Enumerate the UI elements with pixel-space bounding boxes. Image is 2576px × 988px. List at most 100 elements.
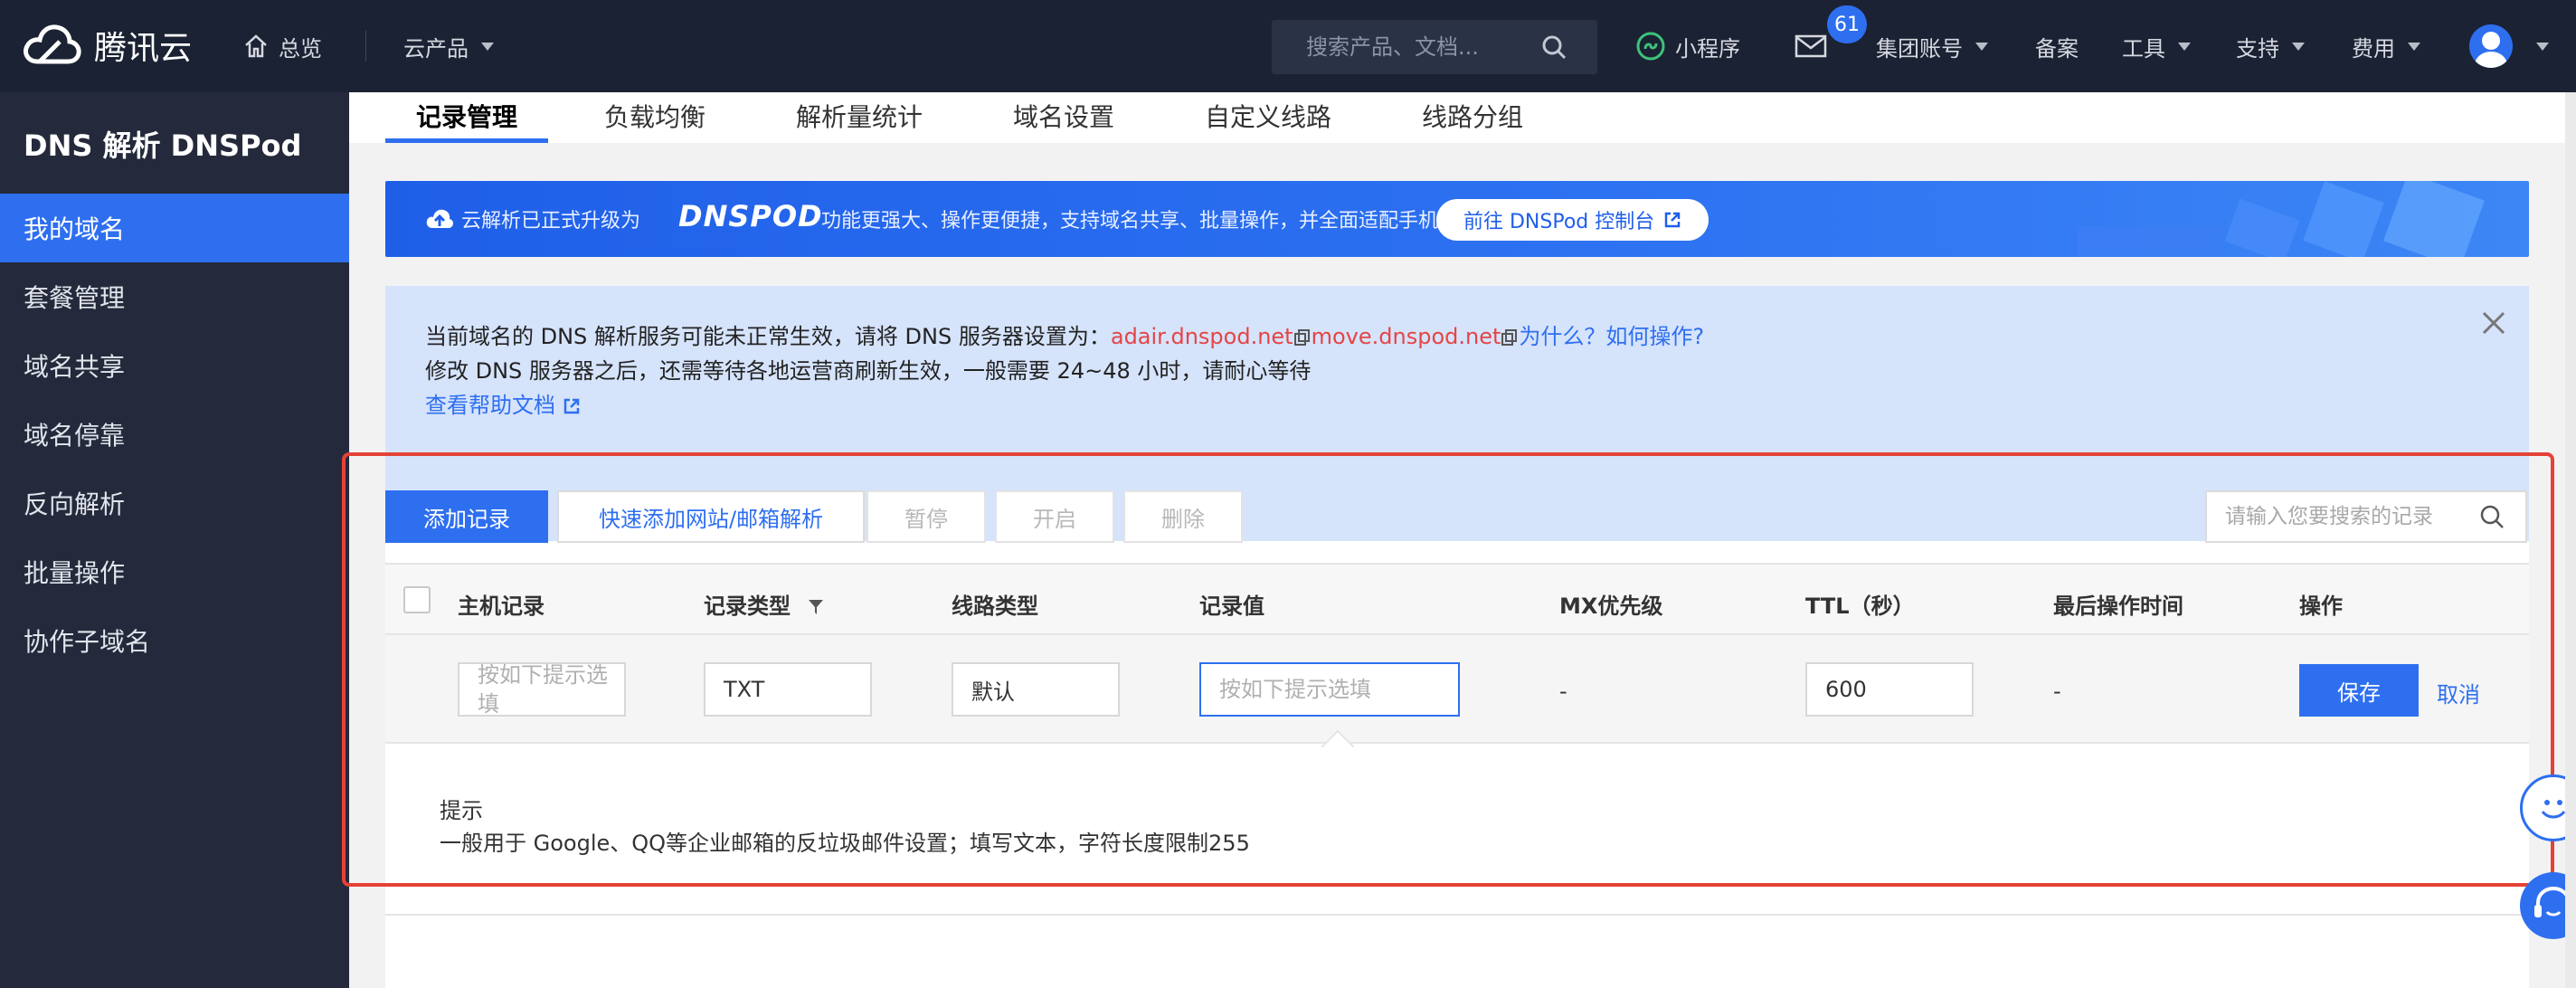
notice-text: 当前域名的 DNS 解析服务可能未正常生效，请将 DNS 服务器设置为：	[425, 324, 1111, 349]
mail-icon	[1795, 34, 1827, 58]
overview-label: 总览	[279, 35, 322, 62]
line-type-select[interactable]: 默认	[952, 662, 1120, 717]
home-icon	[245, 34, 267, 58]
chevron-down-icon	[481, 42, 494, 51]
search-icon[interactable]	[2478, 503, 2505, 530]
ttl-value: 600	[1825, 677, 1867, 702]
top-navigation-bar: 腾讯云 总览 云产品 小程序 61 集团账号 备案 工具 支持 费用	[0, 0, 2576, 92]
why-how-link[interactable]: 为什么？如何操作?	[1519, 324, 1704, 349]
cloud-upload-icon	[426, 209, 453, 228]
tab-query-statistics[interactable]: 解析量统计	[796, 98, 923, 143]
record-tip-panel: 提示 一般用于 Google、QQ等企业邮箱的反垃圾邮件设置；填写文本，字符长度…	[385, 746, 2529, 916]
user-avatar[interactable]	[2469, 24, 2513, 68]
sidebar-item-domain-parking[interactable]: 域名停靠	[0, 400, 349, 469]
filter-icon[interactable]	[807, 598, 825, 616]
messages-button[interactable]	[1795, 0, 1827, 92]
tools-label: 工具	[2122, 35, 2165, 62]
host-field-placeholder: 按如下提示选填	[478, 662, 608, 717]
overview-link[interactable]: 总览	[242, 0, 322, 92]
ttl-field[interactable]: 600	[1805, 662, 1974, 717]
tab-load-balancing[interactable]: 负载均衡	[604, 98, 706, 143]
col-last-modified: 最后操作时间	[2053, 594, 2183, 619]
sidebar: DNS 解析 DNSPod 我的域名 套餐管理 域名共享 域名停靠 反向解析 批…	[0, 92, 349, 988]
record-value-field[interactable]	[1199, 662, 1460, 717]
save-button[interactable]: 保存	[2299, 664, 2419, 717]
tab-domain-settings[interactable]: 域名设置	[1013, 98, 1114, 143]
record-search	[2205, 490, 2527, 543]
mini-program-label: 小程序	[1675, 35, 1740, 62]
delete-button[interactable]: 删除	[1123, 490, 1243, 543]
dnspod-upgrade-banner: 云解析已正式升级为 DNSPOD 功能更强大、操作更便捷，支持域名共享、批量操作…	[385, 181, 2529, 257]
host-field[interactable]: 按如下提示选填	[458, 662, 626, 717]
tab-record-management[interactable]: 记录管理	[385, 98, 549, 143]
go-dnspod-console-label: 前往 DNSPod 控制台	[1463, 211, 1655, 233]
col-type: 记录类型	[704, 588, 825, 620]
chevron-down-icon	[2408, 42, 2420, 51]
beian-link[interactable]: 备案	[2035, 0, 2079, 92]
logo-text: 腾讯云	[94, 30, 193, 67]
tab-line-groups[interactable]: 线路分组	[1422, 98, 1523, 143]
sidebar-item-batch-operations[interactable]: 批量操作	[0, 537, 349, 606]
sidebar-item-domain-sharing[interactable]: 域名共享	[0, 331, 349, 400]
record-type-select[interactable]: TXT	[704, 662, 872, 717]
help-doc-label: 查看帮助文档	[425, 393, 555, 418]
copy-icon[interactable]	[1293, 328, 1312, 347]
help-doc-link[interactable]: 查看帮助文档	[425, 387, 581, 419]
col-actions: 操作	[2299, 594, 2343, 619]
external-link-icon	[564, 398, 579, 414]
products-menu[interactable]: 云产品	[403, 0, 494, 92]
search-icon[interactable]	[1539, 33, 1568, 62]
copy-icon[interactable]	[1501, 328, 1519, 347]
pause-button[interactable]: 暂停	[867, 490, 986, 543]
add-record-button[interactable]: 添加记录	[385, 490, 548, 543]
tip-title: 提示	[440, 798, 483, 823]
tab-custom-lines[interactable]: 自定义线路	[1205, 98, 1331, 143]
support-menu[interactable]: 支持	[2236, 0, 2305, 92]
close-icon[interactable]	[2480, 309, 2507, 337]
quick-add-button[interactable]: 快速添加网站/邮箱解析	[557, 490, 865, 543]
cloud-logo-icon	[24, 24, 81, 64]
banner-prefix: 云解析已正式升级为	[461, 210, 641, 233]
mini-program-link[interactable]: 小程序	[1635, 0, 1740, 92]
go-dnspod-console-button[interactable]: 前往 DNSPod 控制台	[1436, 199, 1709, 241]
chevron-down-icon[interactable]	[2536, 43, 2549, 51]
global-search	[1272, 20, 1597, 74]
chevron-down-icon	[1975, 42, 1988, 51]
dnspod-brand: DNSPOD	[678, 199, 823, 233]
records-table-header: 主机记录 记录类型 线路类型 记录值 MX优先级 TTL（秒） 最后操作时间 操…	[385, 563, 2529, 635]
sidebar-title: DNS 解析 DNSPod	[24, 128, 302, 163]
record-search-input[interactable]	[2207, 505, 2469, 528]
cancel-link[interactable]: 取消	[2437, 677, 2480, 708]
notice-line-1: 当前域名的 DNS 解析服务可能未正常生效，请将 DNS 服务器设置为：adai…	[425, 318, 1704, 350]
tencent-cloud-logo[interactable]: 腾讯云	[22, 22, 192, 69]
col-line: 线路类型	[952, 594, 1038, 619]
page-scrollbar[interactable]	[2565, 92, 2576, 988]
sidebar-item-my-domains[interactable]: 我的域名	[0, 194, 349, 262]
sidebar-item-packages[interactable]: 套餐管理	[0, 262, 349, 331]
fees-label: 费用	[2352, 35, 2395, 62]
select-all-checkbox[interactable]	[403, 586, 431, 613]
global-search-input[interactable]	[1272, 34, 1534, 60]
fees-menu[interactable]: 费用	[2352, 0, 2420, 92]
notice-line-2: 修改 DNS 服务器之后，还需等待各地运营商刷新生效，一般需要 24~48 小时…	[425, 358, 1312, 384]
mx-value: -	[1559, 679, 1567, 704]
col-host: 主机记录	[458, 594, 545, 619]
support-label: 支持	[2236, 35, 2279, 62]
last-modified-value: -	[2053, 679, 2061, 704]
chevron-down-icon	[2178, 42, 2191, 51]
tip-text: 一般用于 Google、QQ等企业邮箱的反垃圾邮件设置；填写文本，字符长度限制2…	[440, 831, 1250, 856]
tools-menu[interactable]: 工具	[2122, 0, 2191, 92]
beian-label: 备案	[2035, 35, 2079, 62]
sidebar-item-collab-subdomain[interactable]: 协作子域名	[0, 606, 349, 675]
enable-button[interactable]: 开启	[995, 490, 1114, 543]
external-link-icon	[1665, 212, 1681, 228]
sidebar-item-reverse-dns[interactable]: 反向解析	[0, 469, 349, 537]
col-mx: MX优先级	[1559, 594, 1663, 619]
group-account-menu[interactable]: 集团账号	[1876, 0, 1988, 92]
col-ttl: TTL（秒）	[1805, 594, 1915, 619]
record-type-value: TXT	[724, 677, 765, 702]
group-account-label: 集团账号	[1876, 35, 1963, 62]
tab-bar: 记录管理 负载均衡 解析量统计 域名设置 自定义线路 线路分组	[349, 92, 2576, 143]
record-value-input[interactable]	[1219, 677, 1458, 702]
col-value: 记录值	[1199, 594, 1264, 619]
